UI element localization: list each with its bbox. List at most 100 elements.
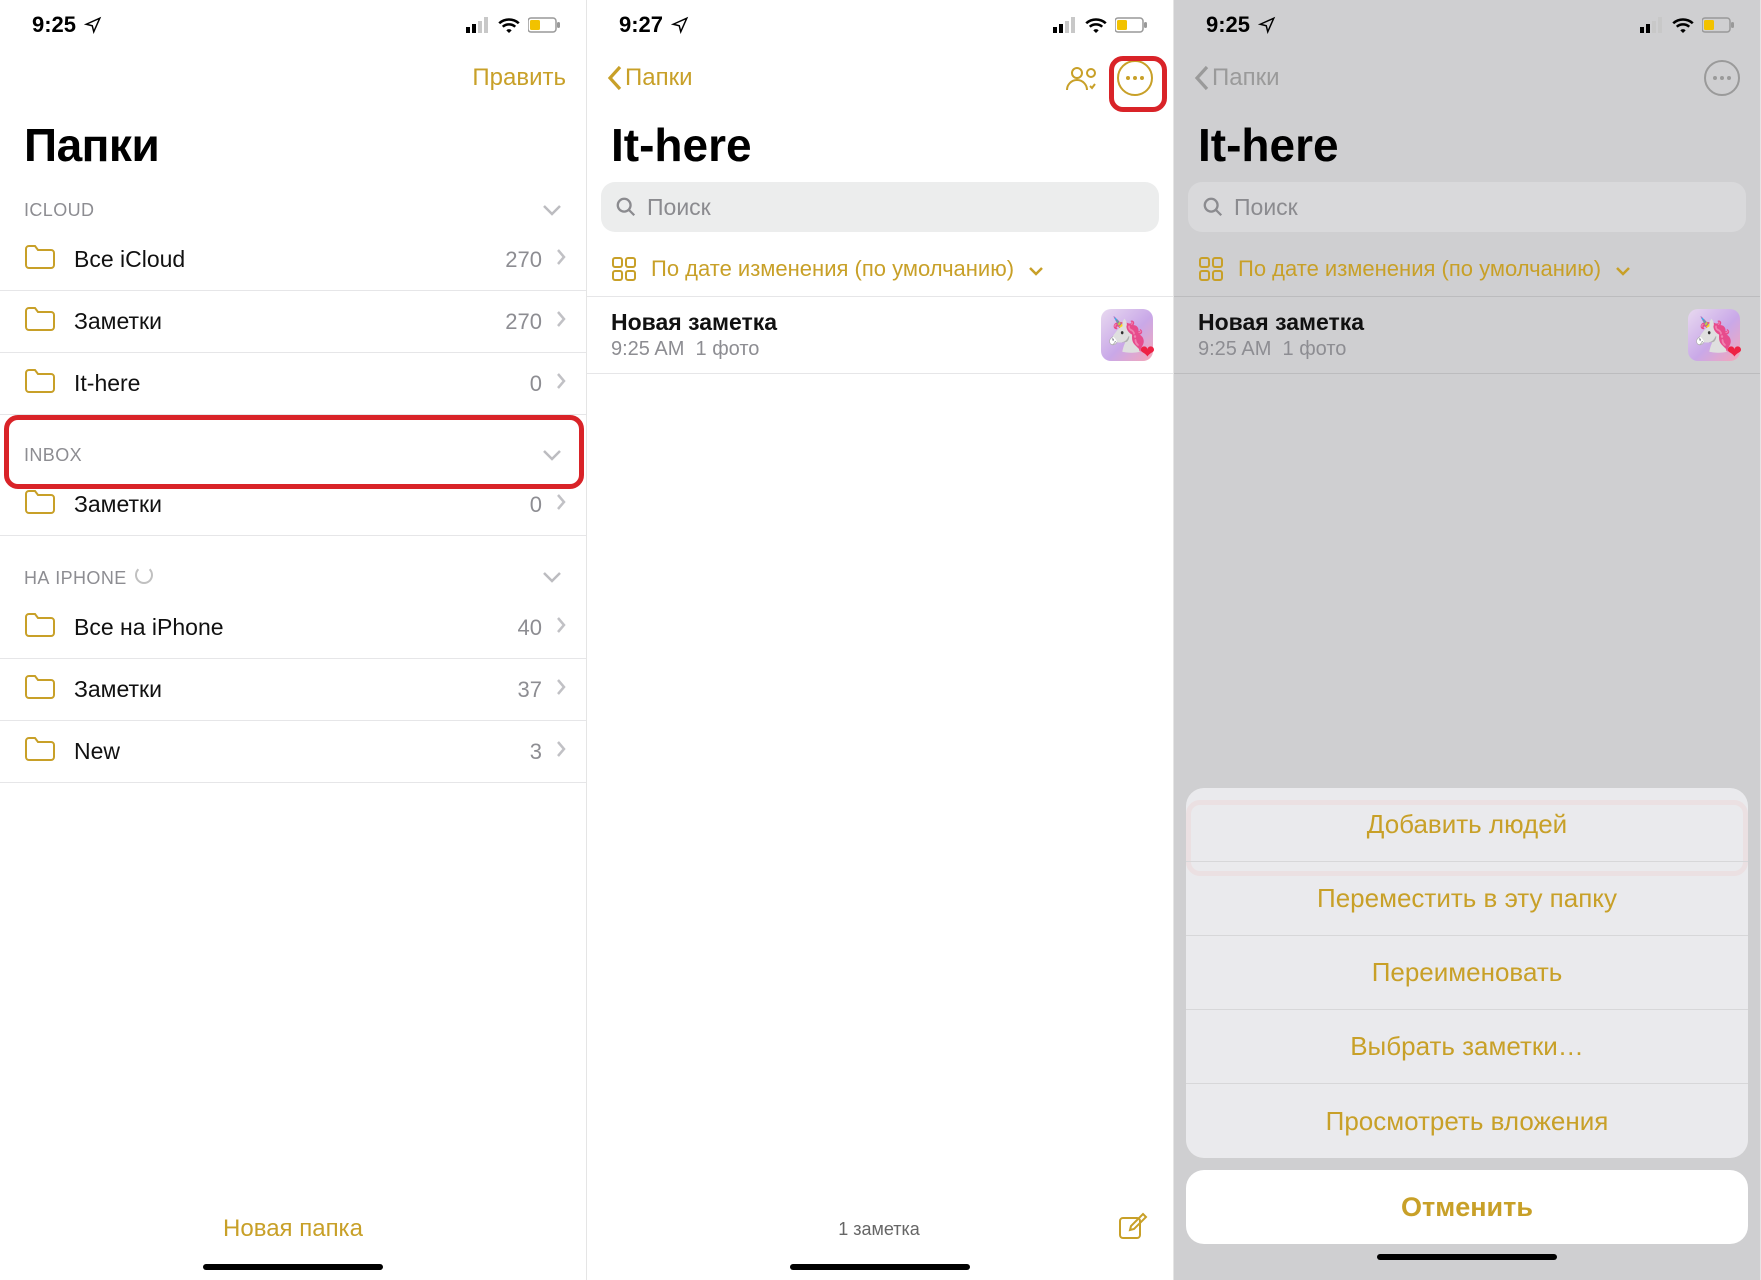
section-label: НА IPHONE [24, 566, 153, 589]
folder-icon [24, 736, 56, 767]
home-indicator[interactable] [203, 1264, 383, 1270]
chevron-right-icon [556, 310, 566, 333]
cellular-signal-icon [466, 17, 490, 33]
note-thumbnail: 🦄 [1688, 309, 1740, 361]
folder-icon [24, 489, 56, 520]
folder-count: 0 [530, 492, 542, 518]
status-bar: 9:25 [0, 0, 586, 50]
folder-count: 0 [530, 371, 542, 397]
folder-row-it-here[interactable]: It-here 0 [0, 353, 586, 415]
share-people-icon[interactable] [1063, 59, 1101, 97]
search-placeholder: Поиск [1234, 194, 1298, 221]
compose-button[interactable] [1117, 1211, 1149, 1248]
home-indicator[interactable] [1377, 1254, 1557, 1260]
cellular-signal-icon [1640, 17, 1664, 33]
folder-row-notes-inbox[interactable]: Заметки 0 [0, 474, 586, 536]
battery-icon [528, 17, 562, 33]
note-row: Новая заметка 9:25 AM 1 фото 🦄 [1174, 296, 1760, 374]
note-title: Новая заметка [1198, 309, 1678, 336]
note-title: Новая заметка [611, 309, 1091, 336]
page-title: It-here [1174, 106, 1760, 182]
folder-row-notes-icloud[interactable]: Заметки 270 [0, 291, 586, 353]
status-bar: 9:25 [1174, 0, 1760, 50]
sort-button[interactable]: По дате изменения (по умолчанию) [587, 242, 1173, 296]
note-thumbnail: 🦄 [1101, 309, 1153, 361]
cellular-signal-icon [1053, 17, 1077, 33]
sort-label: По дате изменения (по умолчанию) [651, 256, 1014, 282]
folder-row-all-iphone[interactable]: Все на iPhone 40 [0, 597, 586, 659]
folder-icon [24, 612, 56, 643]
wifi-icon [1085, 17, 1107, 33]
section-label: INBOX [24, 445, 82, 466]
folder-count: 37 [518, 677, 542, 703]
status-bar: 9:27 [587, 0, 1173, 50]
chevron-down-icon [542, 200, 562, 221]
folder-row-all-icloud[interactable]: Все iCloud 270 [0, 229, 586, 291]
sheet-item-view-attachments[interactable]: Просмотреть вложения [1186, 1084, 1748, 1158]
new-folder-button[interactable]: Новая папка [223, 1215, 363, 1243]
location-icon [1258, 16, 1276, 34]
sort-label: По дате изменения (по умолчанию) [1238, 256, 1601, 282]
chevron-down-icon [542, 567, 562, 588]
edit-button[interactable]: Править [472, 64, 566, 92]
section-header-icloud[interactable]: ICLOUD [0, 188, 586, 229]
chevron-right-icon [556, 616, 566, 639]
folder-count: 40 [518, 615, 542, 641]
folder-count: 270 [505, 247, 542, 273]
back-label: Папки [1212, 64, 1280, 92]
section-header-inbox[interactable]: INBOX [0, 433, 586, 474]
sheet-item-select-notes[interactable]: Выбрать заметки… [1186, 1010, 1748, 1084]
sheet-item-move-to-folder[interactable]: Переместить в эту папку [1186, 862, 1748, 936]
section-header-on-iphone[interactable]: НА IPHONE [0, 554, 586, 597]
search-input[interactable]: Поиск [601, 182, 1159, 232]
wifi-icon [498, 17, 520, 33]
more-button [1704, 60, 1740, 96]
status-time: 9:25 [1206, 12, 1250, 38]
folder-icon [24, 674, 56, 705]
location-icon [84, 16, 102, 34]
chevron-right-icon [556, 678, 566, 701]
chevron-right-icon [556, 493, 566, 516]
folder-label: Заметки [74, 491, 530, 518]
location-icon [671, 16, 689, 34]
action-sheet: Добавить людей Переместить в эту папку П… [1186, 788, 1748, 1270]
folder-label: It-here [74, 370, 530, 397]
notes-count-label: 1 заметка [838, 1219, 920, 1240]
more-button[interactable] [1117, 60, 1153, 96]
search-placeholder: Поиск [647, 194, 711, 221]
search-input: Поиск [1188, 182, 1746, 232]
battery-icon [1702, 17, 1736, 33]
note-row[interactable]: Новая заметка 9:25 AM 1 фото 🦄 [587, 296, 1173, 374]
spinner-icon [135, 566, 153, 584]
folder-row-new[interactable]: New 3 [0, 721, 586, 783]
folder-label: New [74, 738, 530, 765]
chevron-right-icon [556, 740, 566, 763]
battery-icon [1115, 17, 1149, 33]
wifi-icon [1672, 17, 1694, 33]
grid-icon [611, 256, 637, 282]
folder-count: 3 [530, 739, 542, 765]
search-icon [615, 196, 637, 218]
chevron-down-icon [542, 445, 562, 466]
note-subtitle: 9:25 AM 1 фото [1198, 338, 1678, 361]
back-button[interactable]: Папки [607, 64, 693, 92]
folder-icon [24, 306, 56, 337]
folder-count: 270 [505, 309, 542, 335]
bottom-toolbar: 1 заметка [587, 1194, 1173, 1264]
folder-icon [24, 368, 56, 399]
sheet-cancel-button[interactable]: Отменить [1186, 1170, 1748, 1244]
folder-row-notes-iphone[interactable]: Заметки 37 [0, 659, 586, 721]
note-subtitle: 9:25 AM 1 фото [611, 338, 1091, 361]
folder-label: Все iCloud [74, 246, 505, 273]
nav-bar: Папки [587, 50, 1173, 106]
status-time: 9:25 [32, 12, 76, 38]
search-icon [1202, 196, 1224, 218]
home-indicator[interactable] [790, 1264, 970, 1270]
chevron-right-icon [556, 372, 566, 395]
bottom-toolbar: Новая папка [0, 1194, 586, 1264]
sheet-item-rename[interactable]: Переименовать [1186, 936, 1748, 1010]
nav-bar: Править [0, 50, 586, 106]
page-title: Папки [0, 106, 586, 188]
chevron-right-icon [556, 248, 566, 271]
sheet-item-add-people[interactable]: Добавить людей [1186, 788, 1748, 862]
